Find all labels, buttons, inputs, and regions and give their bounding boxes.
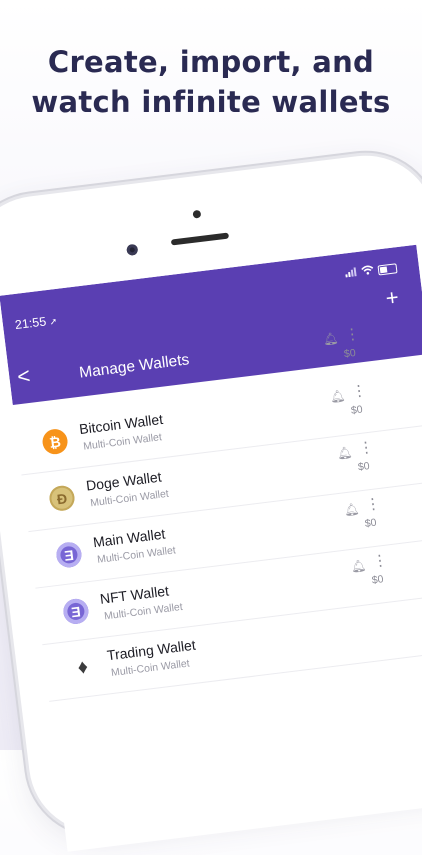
bell-icon[interactable]: 🔔︎ <box>350 558 367 574</box>
more-options-icon[interactable]: ⋮ <box>364 494 382 514</box>
headline-line-1: Create, import, and <box>47 45 375 79</box>
bell-icon[interactable]: 🔔︎ <box>336 445 353 461</box>
bell-icon[interactable]: 🔔︎ <box>322 331 339 347</box>
enjin-icon: Ǝ <box>55 540 83 569</box>
page-title: Manage Wallets <box>78 351 191 382</box>
bitcoin-icon: ₿ <box>41 427 69 456</box>
wallet-balance: $0 <box>350 403 364 417</box>
headline-line-2: watch infinite wallets <box>31 85 391 119</box>
wallet-balance: $0 <box>364 516 378 530</box>
status-time-text: 21:55 <box>14 314 47 333</box>
add-wallet-button[interactable]: + <box>384 284 400 310</box>
headline: Create, import, and watch infinite walle… <box>0 42 422 122</box>
more-options-icon[interactable]: ⋮ <box>351 381 368 401</box>
enjin-icon: Ǝ <box>61 597 90 626</box>
more-options-icon[interactable]: ⋮ <box>371 551 389 571</box>
wallet-balance: $0 <box>371 573 385 587</box>
wallet-balance: $0 <box>357 460 371 474</box>
more-options-icon[interactable]: ⋮ <box>358 437 375 457</box>
status-time: 21:55 ➚ <box>14 313 58 332</box>
back-button[interactable]: < <box>16 363 32 390</box>
wallet-list: 🔔︎ ⋮ $0 ₿ Bitcoin Wallet Multi-Coin Wall… <box>13 325 422 702</box>
status-icons <box>344 261 398 280</box>
location-arrow-icon: ➚ <box>49 316 58 327</box>
wifi-icon <box>360 264 374 278</box>
more-options-icon[interactable]: ⋮ <box>344 324 361 344</box>
battery-icon <box>377 262 398 276</box>
phone-mockup: 21:55 ➚ + < Manage Wallets 🔔︎ ⋮ $0 ₿ Bit… <box>0 147 422 852</box>
dogecoin-icon: Ð <box>48 484 76 513</box>
ethereum-icon: ♦ <box>76 655 90 680</box>
phone-screen: 21:55 ➚ + < Manage Wallets 🔔︎ ⋮ $0 ₿ Bit… <box>0 244 422 852</box>
bell-icon[interactable]: 🔔︎ <box>343 502 360 518</box>
wallet-balance: $0 <box>343 346 357 361</box>
bell-icon[interactable]: 🔔︎ <box>329 389 346 405</box>
signal-icon <box>345 266 358 280</box>
